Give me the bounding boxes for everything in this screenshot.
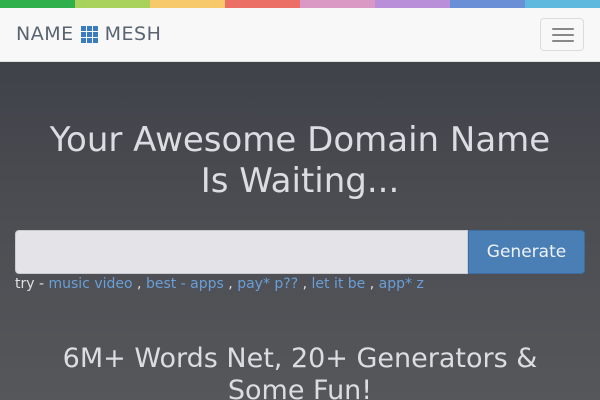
color-strip-segment bbox=[525, 0, 600, 8]
suggestion-link[interactable]: best - apps bbox=[146, 276, 224, 292]
color-strip-segment bbox=[150, 0, 225, 8]
suggestion-link[interactable]: let it be bbox=[312, 276, 366, 292]
hamburger-menu-icon bbox=[552, 28, 574, 30]
hamburger-menu-button[interactable] bbox=[540, 18, 584, 51]
suggestion-link[interactable]: music video bbox=[48, 276, 132, 292]
suggestion-separator: , bbox=[298, 276, 312, 292]
color-strip-segment bbox=[225, 0, 300, 8]
suggestion-separator: , bbox=[365, 276, 379, 292]
brand-name-left: NAME bbox=[16, 23, 74, 45]
color-strip-segment bbox=[450, 0, 525, 8]
try-prefix: try - bbox=[15, 276, 49, 292]
suggestion-link[interactable]: pay* p?? bbox=[237, 276, 298, 292]
color-strip-segment bbox=[300, 0, 375, 8]
hero-headline: Your Awesome Domain Name Is Waiting... bbox=[0, 120, 600, 202]
color-strip-segment bbox=[75, 0, 150, 8]
brand-name-right: MESH bbox=[104, 23, 162, 45]
suggestion-link[interactable]: app* z bbox=[379, 276, 424, 292]
try-suggestions: try - music video , best - apps , pay* p… bbox=[15, 276, 585, 292]
headline-line-1: Your Awesome Domain Name bbox=[49, 120, 551, 160]
color-strip-segment bbox=[375, 0, 450, 8]
brand-logo-link[interactable]: NAME MESH bbox=[16, 23, 161, 45]
grid-icon bbox=[80, 25, 98, 43]
top-color-strip bbox=[0, 0, 600, 8]
sub-headline-line-1: 6M+ Words Net, 20+ Generators & bbox=[62, 343, 538, 374]
suggestion-separator: , bbox=[223, 276, 238, 292]
suggestion-separator: , bbox=[132, 276, 146, 292]
sub-headline-line-2: Some Fun! bbox=[227, 375, 373, 400]
color-strip-segment bbox=[0, 0, 75, 8]
headline-line-2: Is Waiting... bbox=[200, 161, 400, 201]
sub-headline: 6M+ Words Net, 20+ Generators & Some Fun… bbox=[0, 343, 600, 400]
navbar: NAME MESH bbox=[0, 8, 600, 62]
domain-search-input[interactable] bbox=[15, 230, 468, 274]
generate-button[interactable]: Generate bbox=[468, 230, 585, 274]
